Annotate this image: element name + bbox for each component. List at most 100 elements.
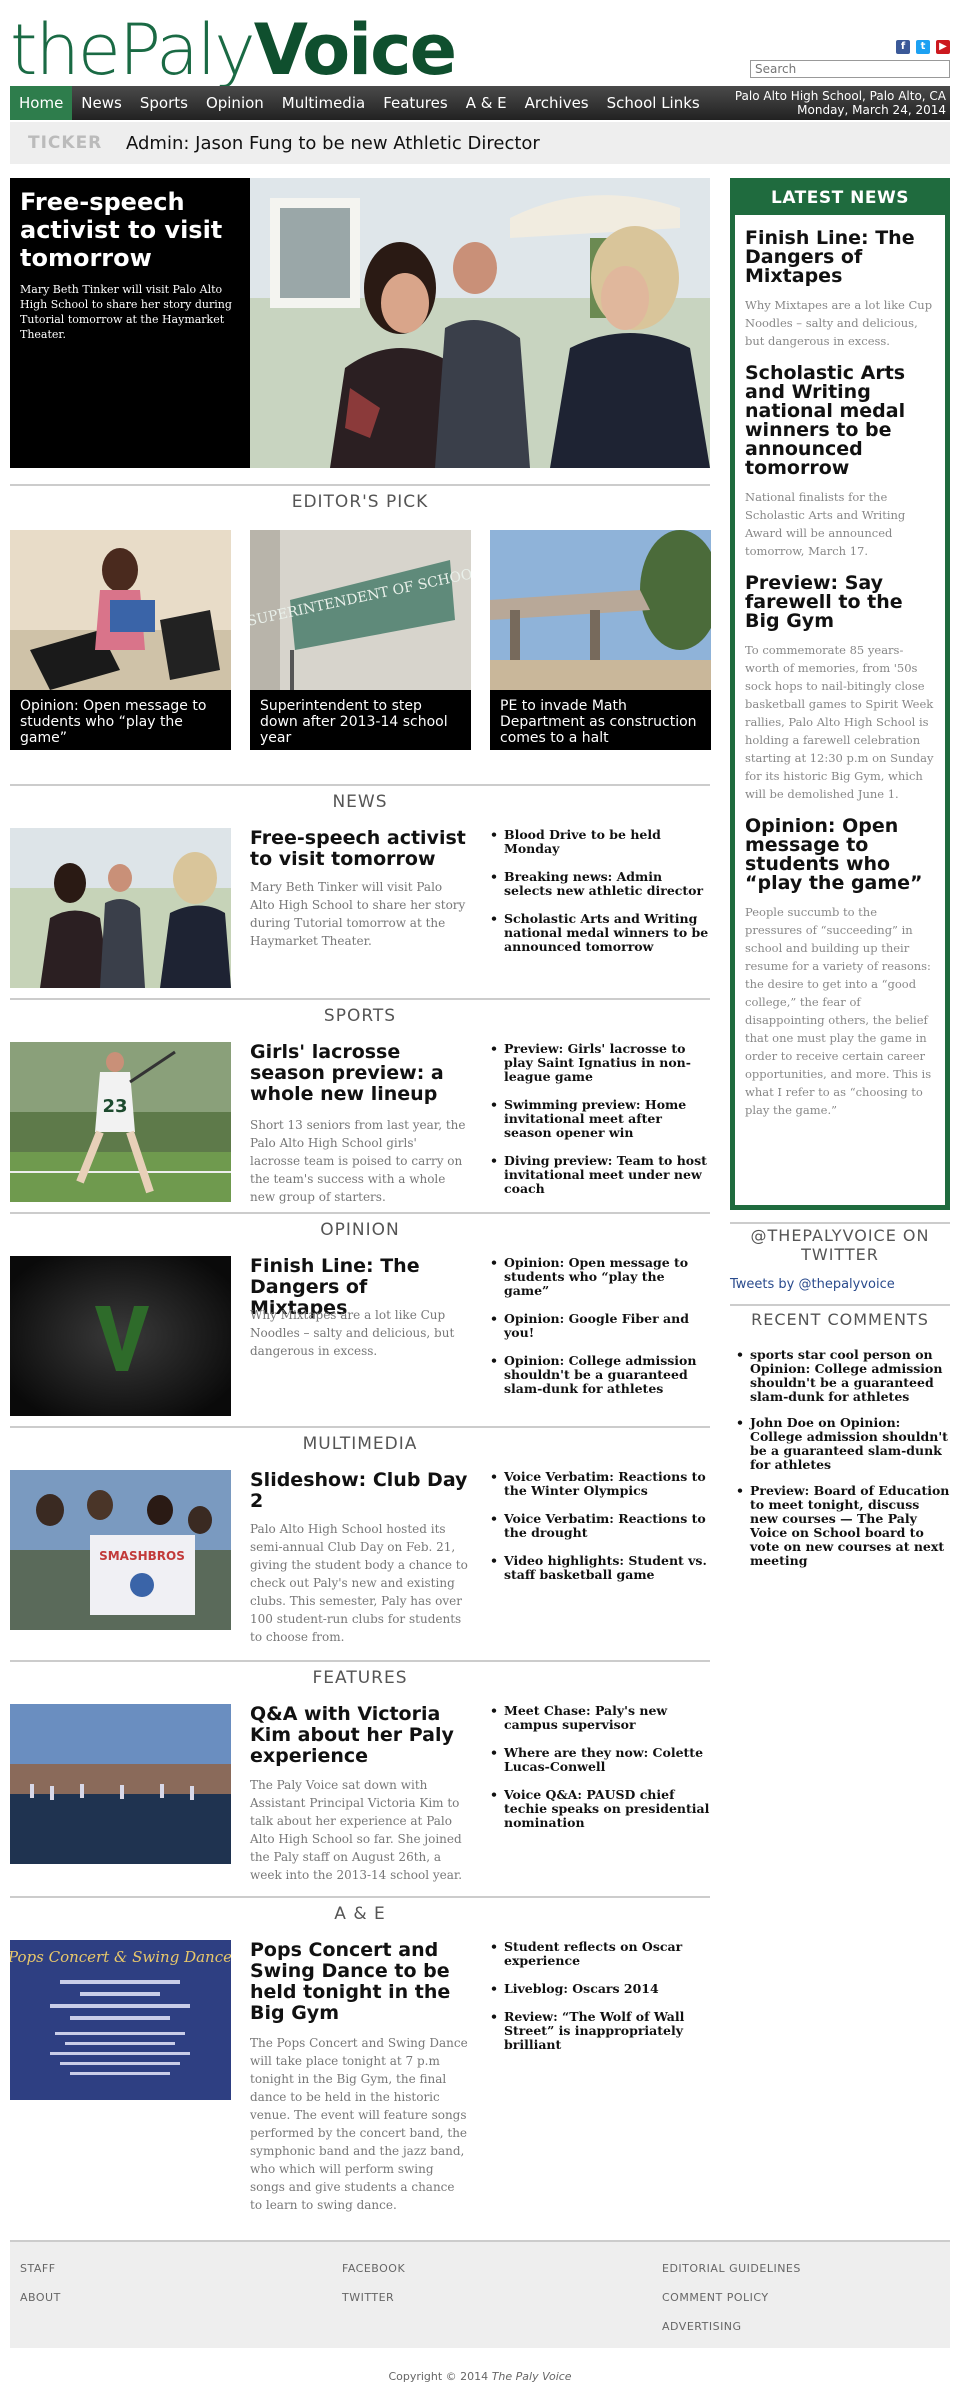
opinion-photo-v-logo[interactable] [10,1256,231,1416]
comment-item[interactable]: sports star cool person on Opinion: Coll… [730,1348,950,1404]
nav-opinion[interactable]: Opinion [197,86,273,120]
social-icons: f t ▶ [896,40,950,54]
footer-link-about[interactable]: ABOUT [20,2291,61,2304]
pick-caption[interactable]: PE to invade Math Department as construc… [490,690,711,750]
copyright-name: The Paly Voice [491,2370,572,2383]
news-photo[interactable] [10,828,231,988]
footer-link-comment-policy[interactable]: COMMENT POLICY [662,2291,801,2304]
hero-text-box: Free-speech activist to visit tomorrow M… [10,178,250,468]
multimedia-link[interactable]: Video highlights: Student vs. staff bask… [490,1554,710,1582]
sports-link[interactable]: Preview: Girls' lacrosse to play Saint I… [490,1042,710,1084]
nav-news[interactable]: News [72,86,131,120]
news-link[interactable]: Blood Drive to be held Monday [490,828,710,856]
features-photo[interactable] [10,1704,231,1864]
sports-link[interactable]: Swimming preview: Home invitational meet… [490,1098,710,1140]
opinion-link[interactable]: Opinion: Open message to students who “p… [490,1256,710,1298]
nav-multimedia[interactable]: Multimedia [273,86,374,120]
search-input[interactable] [750,60,950,78]
ae-link[interactable]: Liveblog: Oscars 2014 [490,1982,710,1997]
latest-news-title[interactable]: Scholastic Arts and Writing national med… [745,364,935,478]
latest-news-title[interactable]: Finish Line: The Dangers of Mixtapes [745,229,935,286]
editors-pick-heading: EDITOR'S PICK [10,484,710,514]
multimedia-link[interactable]: Voice Verbatim: Reactions to the drought [490,1512,710,1540]
ae-link[interactable]: Review: “The Wolf of Wall Street” is ina… [490,2010,710,2052]
footer-link-editorial-guidelines[interactable]: EDITORIAL GUIDELINES [662,2262,801,2275]
footer-link-advertising[interactable]: ADVERTISING [662,2320,801,2333]
ae-link[interactable]: Student reflects on Oscar experience [490,1940,710,1968]
nav-ae[interactable]: A & E [457,86,516,120]
main-nav: Home News Sports Opinion Multimedia Feat… [10,86,950,120]
latest-news-item: Scholastic Arts and Writing national med… [735,364,945,560]
hero-summary: Mary Beth Tinker will visit Palo Alto Hi… [20,283,232,341]
multimedia-photo[interactable]: SMASHBROS [10,1470,231,1630]
page: thePalyVoice f t ▶ Home News Sports Opin… [10,0,950,2395]
date-text: Monday, March 24, 2014 [797,103,946,117]
features-title[interactable]: Q&A with Victoria Kim about her Paly exp… [250,1704,470,1767]
news-link[interactable]: Breaking news: Admin selects new athleti… [490,870,710,898]
comment-item[interactable]: Preview: Board of Education to meet toni… [730,1484,950,1568]
youtube-icon[interactable]: ▶ [936,40,950,54]
ticker-headline[interactable]: Admin: Jason Fung to be new Athletic Dir… [126,133,540,154]
site-logo[interactable]: thePalyVoice [10,9,457,91]
sports-photo[interactable]: 23 [10,1042,231,1202]
pick-photo-student-reading [10,530,231,690]
features-link[interactable]: Meet Chase: Paly's new campus supervisor [490,1704,710,1732]
editors-pick-item[interactable]: SUPERINTENDENT OF SCHOOLS Superintendent… [250,530,471,750]
logo-bold: Voice [253,9,457,91]
nav-archives[interactable]: Archives [516,86,598,120]
twitter-icon[interactable]: t [916,40,930,54]
features-link[interactable]: Where are they now: Colette Lucas-Conwel… [490,1746,710,1774]
footer-link-staff[interactable]: STAFF [20,2262,61,2275]
pick-caption[interactable]: Opinion: Open message to students who “p… [10,690,231,750]
latest-news-item: Opinion: Open message to students who “p… [735,817,945,1119]
latest-news-title[interactable]: Opinion: Open message to students who “p… [745,817,935,893]
ae-title[interactable]: Pops Concert and Swing Dance to be held … [250,1940,470,2024]
footer-link-facebook[interactable]: FACEBOOK [342,2262,405,2275]
recent-comments-heading: RECENT COMMENTS [730,1304,950,1332]
ae-poster[interactable]: Pops Concert & Swing Dance [10,1940,231,2100]
multimedia-summary: Palo Alto High School hosted its semi-an… [250,1522,468,1644]
twitter-timeline-link[interactable]: Tweets by @thepalyvoice [730,1277,895,1292]
ticker-label: TICKER [28,133,103,153]
facebook-icon[interactable]: f [896,40,910,54]
ae-heading: A & E [10,1896,710,1926]
multimedia-links: Voice Verbatim: Reactions to the Winter … [490,1470,710,1596]
multimedia-title[interactable]: Slideshow: Club Day 2 [250,1470,470,1512]
latest-news-summary: People succumb to the pressures of “succ… [745,905,932,1117]
news-link[interactable]: Scholastic Arts and Writing national med… [490,912,710,954]
pick-caption[interactable]: Superintendent to step down after 2013-1… [250,690,471,750]
news-heading: NEWS [10,784,710,814]
hero-story[interactable]: Free-speech activist to visit tomorrow M… [10,178,710,468]
multimedia-link[interactable]: Voice Verbatim: Reactions to the Winter … [490,1470,710,1498]
logo-light: thePaly [10,9,256,91]
latest-news-summary: Why Mixtapes are a lot like Cup Noodles … [745,298,933,348]
features-summary: The Paly Voice sat down with Assistant P… [250,1778,463,1882]
features-link[interactable]: Voice Q&A: PAUSD chief techie speaks on … [490,1788,710,1830]
sports-title[interactable]: Girls' lacrosse season preview: a whole … [250,1042,470,1105]
footer-col-2: FACEBOOK TWITTER [342,2262,405,2320]
nav-school-links[interactable]: School Links [598,86,709,120]
club-sign-text: SMASHBROS [99,1549,185,1563]
news-title[interactable]: Free-speech activist to visit tomorrow [250,828,470,870]
latest-news-title[interactable]: Preview: Say farewell to the Big Gym [745,574,935,631]
pick-photo-superintendent-sign: SUPERINTENDENT OF SCHOOLS [250,530,471,690]
nav-features[interactable]: Features [374,86,457,120]
comment-item[interactable]: John Doe on Opinion: College admission s… [730,1416,950,1472]
nav-home[interactable]: Home [10,86,73,120]
latest-news-item: Preview: Say farewell to the Big Gym To … [735,574,945,803]
svg-text:23: 23 [102,1096,127,1117]
multimedia-heading: MULTIMEDIA [10,1426,710,1456]
editors-pick-item[interactable]: PE to invade Math Department as construc… [490,530,711,750]
sports-link[interactable]: Diving preview: Team to host invitationa… [490,1154,710,1196]
editors-pick-item[interactable]: Opinion: Open message to students who “p… [10,530,231,750]
opinion-link[interactable]: Opinion: College admission shouldn't be … [490,1354,710,1396]
opinion-link[interactable]: Opinion: Google Fiber and you! [490,1312,710,1340]
ae-summary: The Pops Concert and Swing Dance will ta… [250,2036,468,2212]
latest-news-summary: To commemorate 85 years-worth of memorie… [745,643,934,801]
nav-sports[interactable]: Sports [131,86,197,120]
footer-link-twitter[interactable]: TWITTER [342,2291,405,2304]
hero-photo[interactable] [250,178,710,468]
hero-title[interactable]: Free-speech activist to visit tomorrow [20,188,240,272]
recent-comments-list: sports star cool person on Opinion: Coll… [730,1348,950,1580]
latest-news-item: Finish Line: The Dangers of Mixtapes Why… [735,229,945,350]
